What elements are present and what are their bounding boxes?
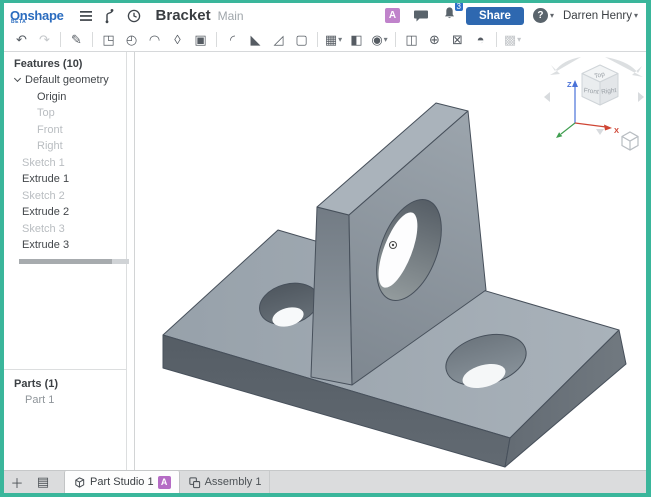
parts-section: Parts (1) Part 1	[4, 369, 126, 409]
notification-count-badge: 3	[455, 2, 463, 11]
main-menu-icon[interactable]	[77, 7, 95, 25]
insert-derived-icon[interactable]: ▩▾	[501, 30, 524, 50]
toolbar-separator	[496, 32, 497, 47]
versions-icon[interactable]	[101, 7, 119, 25]
chamfer-icon[interactable]: ◣	[244, 30, 267, 50]
undo-icon[interactable]: ↶	[10, 30, 33, 50]
delete-part-icon[interactable]: ⊠	[446, 30, 469, 50]
dropdown-caret-icon: ▾	[338, 35, 342, 44]
feature-item-sketch-2[interactable]: Sketch 2	[4, 188, 126, 205]
toolbar: ↶↷ ✎ ◳◴◠◊▣ ◜◣◿▢ ▦▾◧◉▾ ◫⊕⊠◓ ▩▾	[4, 28, 646, 52]
user-name: Darren Henry	[563, 10, 632, 22]
tab-assembly[interactable]: Assembly 1	[180, 471, 271, 493]
transform-icon[interactable]: ⊕	[423, 30, 446, 50]
feature-item-default-geometry[interactable]: Default geometry	[4, 72, 126, 89]
delete-face-icon[interactable]: ◓	[469, 30, 492, 50]
workspace-name[interactable]: Main	[218, 9, 244, 23]
rollback-bar-fill	[19, 259, 112, 264]
onshape-logo[interactable]: Onshape BETA	[10, 7, 64, 25]
thicken-icon[interactable]: ▣	[189, 30, 212, 50]
sweep-icon[interactable]: ◠	[143, 30, 166, 50]
add-tab-button[interactable]: ＋	[4, 471, 30, 493]
origin-marker	[390, 242, 397, 249]
user-menu[interactable]: Darren Henry ▾	[563, 10, 638, 22]
shell-icon[interactable]: ▢	[290, 30, 313, 50]
mirror-icon[interactable]: ◧	[345, 30, 368, 50]
feature-item-extrude-2[interactable]: Extrude 2	[4, 204, 126, 221]
part-item-part-1[interactable]: Part 1	[4, 392, 126, 409]
expand-chevron-icon[interactable]	[14, 75, 21, 82]
tab-collaborator-badge: A	[158, 476, 171, 489]
notifications-bell-icon[interactable]: 3	[442, 6, 457, 26]
toolbar-separator	[60, 32, 61, 47]
feature-item-origin[interactable]: Origin	[4, 89, 126, 106]
part-studio-icon	[73, 476, 86, 489]
toolbar-separator	[317, 32, 318, 47]
draft-icon[interactable]: ◿	[267, 30, 290, 50]
comment-icon[interactable]	[412, 7, 430, 25]
fillet-icon[interactable]: ◜	[221, 30, 244, 50]
feature-item-extrude-3[interactable]: Extrude 3	[4, 237, 126, 254]
document-title[interactable]: Bracket	[156, 7, 211, 24]
help-caret-icon: ▾	[550, 11, 554, 20]
help-menu[interactable]: ? ▾	[533, 8, 554, 23]
loft-icon[interactable]: ◊	[166, 30, 189, 50]
axis-x-label: X	[614, 126, 619, 135]
dropdown-caret-icon: ▾	[517, 35, 521, 44]
feature-item-top[interactable]: Top	[4, 105, 126, 122]
toolbar-separator	[395, 32, 396, 47]
feature-list: Default geometryOriginTopFrontRightSketc…	[4, 72, 126, 254]
sketch-icon[interactable]: ✎	[65, 30, 88, 50]
revolve-icon[interactable]: ◴	[120, 30, 143, 50]
app-window: Onshape BETA Bracket Main A 3 Share ?	[0, 0, 651, 497]
rollback-bar[interactable]	[19, 259, 129, 264]
feature-item-right[interactable]: Right	[4, 138, 126, 155]
view-cube[interactable]: Top Front Right Z X	[542, 52, 646, 164]
boolean-icon[interactable]: ◉▾	[368, 30, 391, 50]
tab-label: Part Studio 1	[90, 476, 154, 488]
graphics-viewport[interactable]: Top Front Right Z X	[135, 52, 646, 470]
help-icon: ?	[533, 8, 548, 23]
feature-item-front[interactable]: Front	[4, 122, 126, 139]
parts-list: Part 1	[4, 392, 126, 409]
linear-pattern-icon[interactable]: ▦▾	[322, 30, 345, 50]
document-bar: Onshape BETA Bracket Main A 3 Share ?	[4, 3, 646, 28]
plate-side-face[interactable]	[311, 207, 352, 385]
extrude-icon[interactable]: ◳	[97, 30, 120, 50]
main-area: Features (10) Default geometryOriginTopF…	[4, 52, 646, 470]
share-button[interactable]: Share	[466, 7, 524, 25]
parts-divider	[4, 369, 126, 370]
beta-label: BETA	[11, 19, 26, 25]
user-caret-icon: ▾	[634, 11, 638, 20]
collaborator-avatar[interactable]: A	[385, 8, 400, 23]
isometric-view-icon[interactable]	[622, 132, 638, 150]
feature-panel: Features (10) Default geometryOriginTopF…	[4, 52, 127, 470]
tab-label: Assembly 1	[205, 476, 262, 488]
split-icon[interactable]: ◫	[400, 30, 423, 50]
feature-item-sketch-3[interactable]: Sketch 3	[4, 221, 126, 238]
axis-z-label: Z	[567, 80, 572, 89]
history-icon[interactable]	[125, 7, 143, 25]
assembly-icon	[188, 476, 201, 489]
feature-item-extrude-1[interactable]: Extrude 1	[4, 171, 126, 188]
tab-list-icon[interactable]: ▤	[30, 471, 56, 493]
redo-icon[interactable]: ↷	[33, 30, 56, 50]
feature-item-sketch-1[interactable]: Sketch 1	[4, 155, 126, 172]
toolbar-separator	[92, 32, 93, 47]
parts-header: Parts (1)	[4, 372, 126, 392]
toolbar-separator	[216, 32, 217, 47]
features-header: Features (10)	[4, 52, 126, 72]
dropdown-caret-icon: ▾	[384, 35, 388, 44]
tab-bar: ＋ ▤ Part Studio 1 A Assembly 1	[4, 470, 646, 493]
tab-part-studio[interactable]: Part Studio 1 A	[64, 471, 180, 493]
